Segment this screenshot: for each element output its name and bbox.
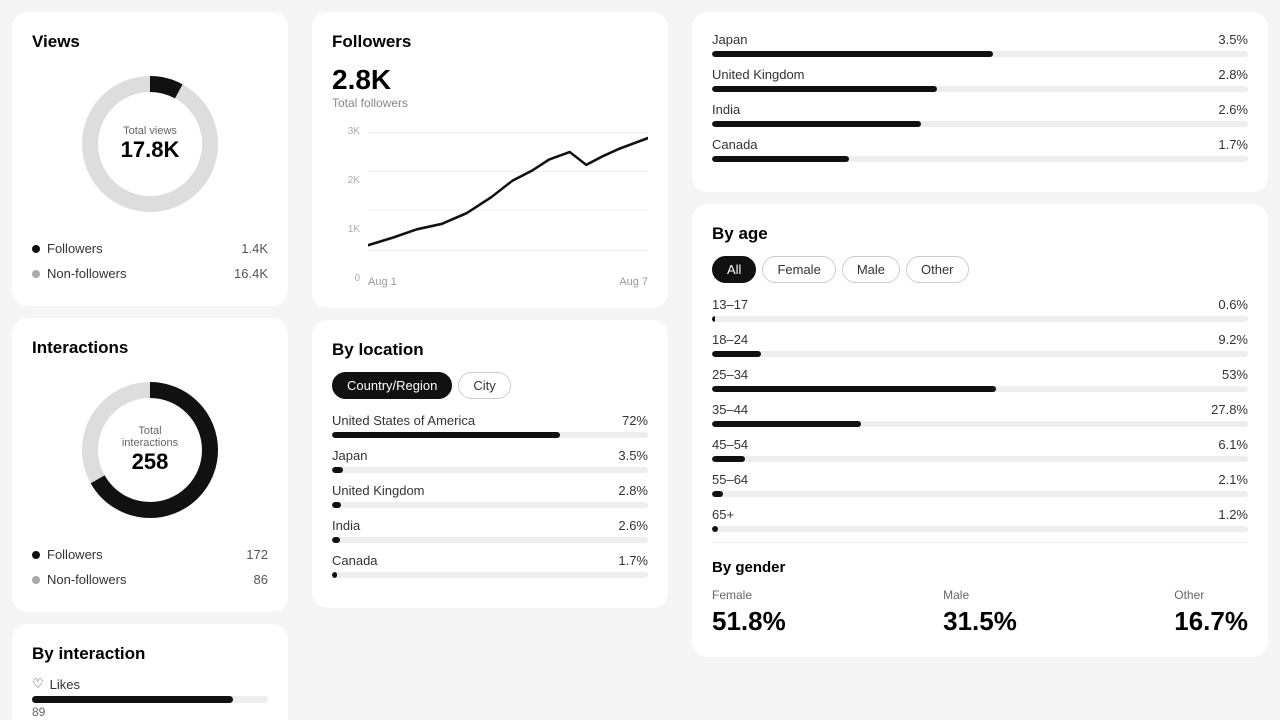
- y-label-0: 0: [332, 273, 360, 284]
- views-nonfollowers-row: Non-followers 16.4K: [32, 261, 268, 286]
- by-age-title: By age: [712, 224, 1248, 244]
- y-label-1k: 1K: [332, 224, 360, 235]
- age-gender-divider: [712, 542, 1248, 543]
- interactions-card: Interactions Total interactions 258 Foll…: [12, 318, 288, 612]
- gender-other-value: 16.7%: [1174, 606, 1248, 637]
- views-donut-wrap: Total views 17.8K: [32, 64, 268, 224]
- age-tab-all[interactable]: All: [712, 256, 756, 283]
- location-item: India 2.6%: [332, 518, 648, 543]
- interactions-title: Interactions: [32, 338, 268, 358]
- views-title: Views: [32, 32, 268, 52]
- interactions-followers-row: Followers 172: [32, 542, 268, 567]
- followers-total-value: 2.8K: [332, 64, 648, 96]
- views-total-label: Total views: [121, 125, 180, 137]
- location-item: Japan 3.5%: [332, 448, 648, 473]
- age-tab-male[interactable]: Male: [842, 256, 900, 283]
- by-gender-section: By gender Female 51.8% Male 31.5% Other …: [712, 559, 1248, 637]
- followers-line-chart: [368, 122, 648, 272]
- gender-other: Other 16.7%: [1174, 588, 1248, 637]
- interactions-nonfollowers-label: Non-followers: [47, 572, 126, 587]
- views-followers-row: Followers 1.4K: [32, 236, 268, 261]
- by-location-title: By location: [332, 340, 648, 360]
- followers-title: Followers: [332, 32, 648, 52]
- right-location-item: Japan 3.5%: [712, 32, 1248, 57]
- followers-total-label: Total followers: [332, 96, 648, 110]
- interactions-nonfollowers-row: Non-followers 86: [32, 567, 268, 592]
- gender-male-value: 31.5%: [943, 606, 1017, 637]
- gender-male: Male 31.5%: [943, 588, 1017, 637]
- age-tab-other[interactable]: Other: [906, 256, 969, 283]
- right-location-item: India 2.6%: [712, 102, 1248, 127]
- by-interaction-card: By interaction ♡ Likes 89 ↻ Reposts 2 ❝ …: [12, 624, 288, 720]
- age-tab-female[interactable]: Female: [762, 256, 835, 283]
- gender-female-value: 51.8%: [712, 606, 786, 637]
- by-interaction-title: By interaction: [32, 644, 268, 664]
- gender-male-label: Male: [943, 588, 1017, 602]
- age-range-item: 25–34 53%: [712, 367, 1248, 392]
- interactions-followers-label: Followers: [47, 547, 103, 562]
- interactions-total-value: 258: [110, 449, 190, 475]
- age-range-item: 35–44 27.8%: [712, 402, 1248, 427]
- interactions-donut-label: Total interactions 258: [110, 425, 190, 475]
- by-gender-title: By gender: [712, 559, 1248, 576]
- gender-female-label: Female: [712, 588, 786, 602]
- gender-other-label: Other: [1174, 588, 1248, 602]
- y-axis-labels: 3K 2K 1K 0: [332, 122, 360, 288]
- x-axis-labels: Aug 1 Aug 7: [368, 276, 648, 288]
- y-label-3k: 3K: [332, 126, 360, 137]
- age-range-item: 13–17 0.6%: [712, 297, 1248, 322]
- right-location-item: United Kingdom 2.8%: [712, 67, 1248, 92]
- right-location-bars: Japan 3.5% United Kingdom 2.8% India 2.6…: [712, 32, 1248, 162]
- interactions-donut: Total interactions 258: [70, 370, 230, 530]
- age-bars: 13–17 0.6% 18–24 9.2% 25–34 53% 35–44 27…: [712, 297, 1248, 532]
- followers-dot: [32, 245, 40, 253]
- interactions-donut-wrap: Total interactions 258: [32, 370, 268, 530]
- gender-stats: Female 51.8% Male 31.5% Other 16.7%: [712, 588, 1248, 637]
- age-range-item: 18–24 9.2%: [712, 332, 1248, 357]
- age-range-item: 45–54 6.1%: [712, 437, 1248, 462]
- location-tabs: Country/Region City: [332, 372, 648, 399]
- tab-country-region[interactable]: Country/Region: [332, 372, 452, 399]
- followers-card: Followers 2.8K Total followers 3K 2K 1K …: [312, 12, 668, 308]
- interactions-nonfollowers-dot: [32, 576, 40, 584]
- interaction-bars: ♡ Likes 89 ↻ Reposts 2 ❝ Quotes 1: [32, 676, 268, 720]
- x-label-aug7: Aug 7: [619, 276, 648, 288]
- location-item: United States of America 72%: [332, 413, 648, 438]
- interactions-followers-dot: [32, 551, 40, 559]
- views-nonfollowers-label: Non-followers: [47, 266, 126, 281]
- nonfollowers-dot: [32, 270, 40, 278]
- views-card: Views Total views 17.8K Followers: [12, 12, 288, 306]
- y-label-2k: 2K: [332, 175, 360, 186]
- location-item: Canada 1.7%: [332, 553, 648, 578]
- views-followers-label: Followers: [47, 241, 103, 256]
- age-range-item: 65+ 1.2%: [712, 507, 1248, 532]
- x-label-aug1: Aug 1: [368, 276, 397, 288]
- views-donut-label: Total views 17.8K: [121, 125, 180, 163]
- interactions-total-label: Total interactions: [110, 425, 190, 449]
- interactions-followers-value: 172: [246, 547, 268, 562]
- tab-city[interactable]: City: [458, 372, 510, 399]
- views-donut: Total views 17.8K: [70, 64, 230, 224]
- age-range-item: 55–64 2.1%: [712, 472, 1248, 497]
- gender-female: Female 51.8%: [712, 588, 786, 637]
- by-age-card: By age All Female Male Other 13–17 0.6% …: [692, 204, 1268, 657]
- location-item: United Kingdom 2.8%: [332, 483, 648, 508]
- interaction-item: ♡ Likes 89: [32, 676, 268, 719]
- right-location-card: Japan 3.5% United Kingdom 2.8% India 2.6…: [692, 12, 1268, 192]
- views-nonfollowers-value: 16.4K: [234, 266, 268, 281]
- interactions-nonfollowers-value: 86: [254, 572, 268, 587]
- views-followers-value: 1.4K: [241, 241, 268, 256]
- age-tabs: All Female Male Other: [712, 256, 1248, 283]
- right-location-item: Canada 1.7%: [712, 137, 1248, 162]
- location-bars: United States of America 72% Japan 3.5% …: [332, 413, 648, 578]
- by-location-card: By location Country/Region City United S…: [312, 320, 668, 608]
- views-total-value: 17.8K: [121, 137, 180, 163]
